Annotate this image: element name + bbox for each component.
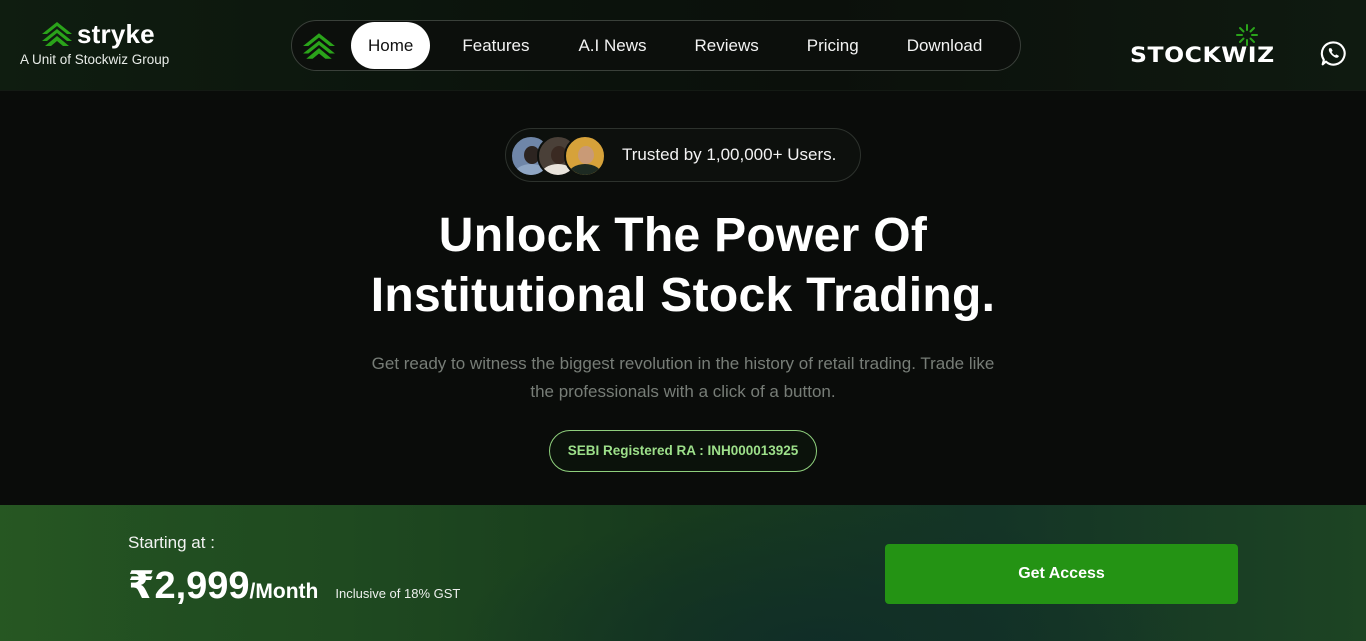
subtext-line-2: the professionals with a click of a butt… [530,382,836,401]
brand[interactable]: stryke A Unit of Stockwiz Group [20,20,200,67]
subtext-line-1: Get ready to witness the biggest revolut… [371,354,995,373]
brand-name: stryke [77,19,155,49]
brand-row: stryke [20,20,200,48]
tax-note: Inclusive of 18% GST [335,586,461,601]
price-row: ₹2,999 /Month Inclusive of 18% GST [128,563,460,608]
sebi-registration-badge: SEBI Registered RA : INH000013925 [549,430,817,472]
stockwiz-logo-text: STOCKWIZ [1130,43,1275,67]
page-title: Unlock The Power Of Institutional Stock … [0,206,1366,326]
chevron-stack-logo-icon[interactable] [302,32,336,60]
hero-subtext: Get ready to witness the biggest revolut… [330,350,1036,406]
pricing-band: Starting at : ₹2,999 /Month Inclusive of… [0,505,1366,641]
nav-item-reviews[interactable]: Reviews [694,22,758,69]
starting-label: Starting at : [128,533,215,552]
chevron-stack-logo-icon [42,22,72,46]
nav-item-download[interactable]: Download [907,22,983,69]
user-avatars [510,133,610,177]
trust-text: Trusted by 1,00,000+ Users. [622,145,837,164]
get-access-button[interactable]: Get Access [885,544,1238,604]
headline-line-1: Unlock The Power Of [438,209,928,262]
main-nav: Home Features A.I News Reviews Pricing D… [291,20,1021,71]
brand-tagline: A Unit of Stockwiz Group [20,52,170,67]
avatar [564,135,606,177]
nav-item-features[interactable]: Features [462,22,529,69]
whatsapp-icon[interactable] [1320,40,1347,67]
price-amount: ₹2,999 [128,565,250,607]
trust-pill: Trusted by 1,00,000+ Users. [505,128,861,182]
nav-item-pricing[interactable]: Pricing [807,22,859,69]
price-period: /Month [249,580,319,603]
nav-item-home[interactable]: Home [351,22,431,69]
site-header: stryke A Unit of Stockwiz Group Home Fea… [0,0,1366,91]
stockwiz-logo[interactable]: STOCKWIZ [1130,24,1300,68]
nav-item-ai-news[interactable]: A.I News [578,22,646,69]
headline-line-2: Institutional Stock Trading. [370,269,996,322]
